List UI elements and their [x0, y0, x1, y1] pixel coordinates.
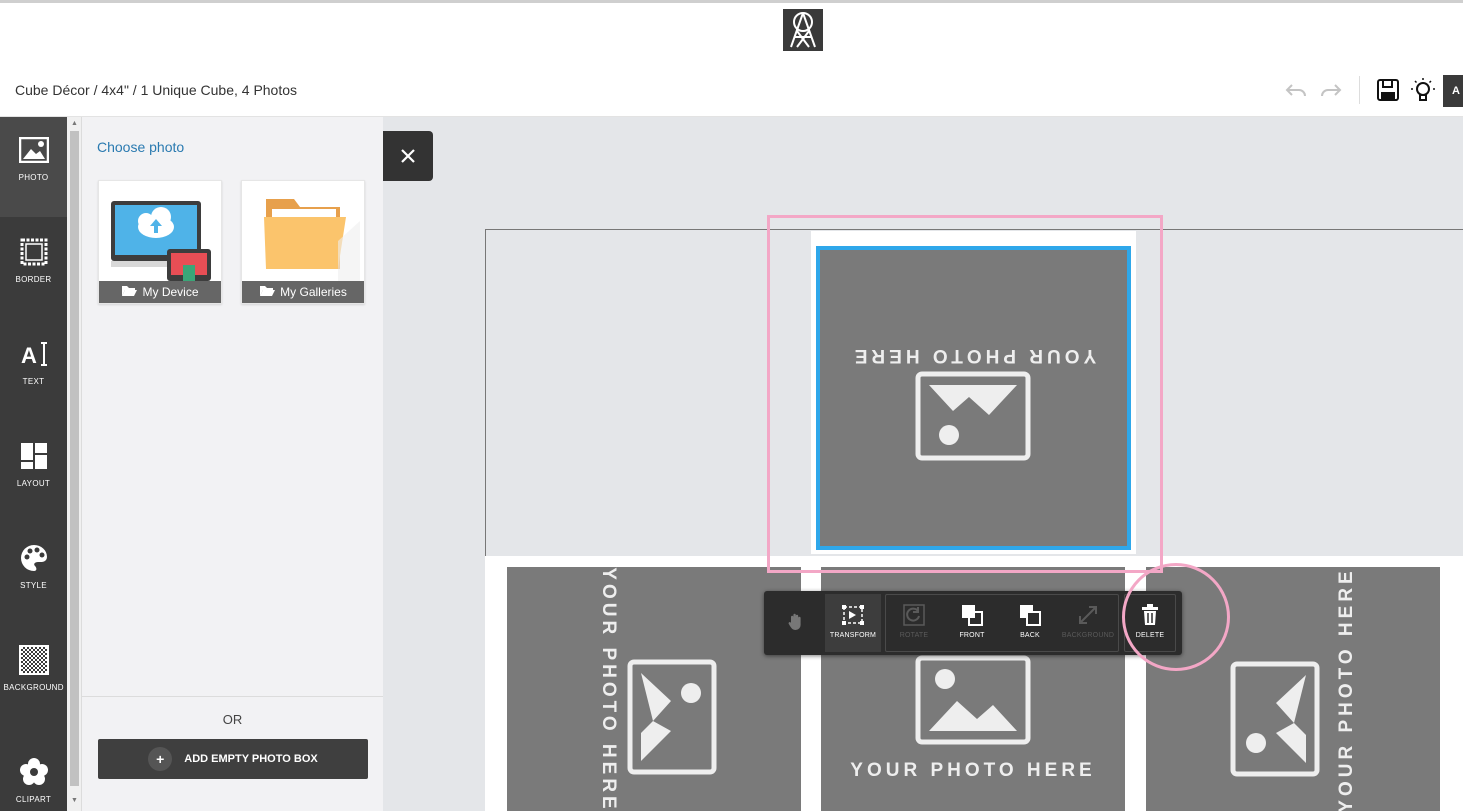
placeholder-text: YOUR PHOTO HERE — [598, 567, 619, 811]
bring-front-icon — [962, 605, 983, 626]
transform-tool[interactable]: TRANSFORM — [825, 594, 881, 652]
rail-item-layout[interactable]: LAYOUT — [0, 423, 67, 523]
undo-icon[interactable] — [1283, 77, 1309, 103]
text-icon: A — [17, 337, 51, 371]
send-back-icon — [1020, 605, 1041, 626]
computer-upload-icon — [111, 201, 211, 281]
site-header — [0, 0, 1463, 62]
source-my-galleries[interactable]: My Galleries — [241, 180, 365, 304]
send-to-back-tool[interactable]: BACK — [1004, 594, 1056, 652]
rail-item-photo[interactable]: PHOTO — [0, 117, 67, 217]
folder-open-icon — [121, 285, 138, 300]
or-separator: OR — [222, 712, 243, 727]
breadcrumb: Cube Décor / 4x4" / 1 Unique Cube, 4 Pho… — [15, 82, 298, 98]
redo-icon[interactable] — [1318, 77, 1344, 103]
rotate-icon — [903, 604, 925, 626]
add-empty-photo-box-button[interactable]: + ADD EMPTY PHOTO BOX — [98, 739, 368, 779]
rail-item-background[interactable]: BACKGROUND — [0, 627, 67, 727]
tool-label: BACK — [1020, 632, 1040, 639]
tool-label: TRANSFORM — [829, 632, 877, 639]
rail-item-label: BACKGROUND — [3, 683, 64, 692]
rotate-tool[interactable]: ROTATE — [888, 594, 940, 652]
image-placeholder-icon — [915, 655, 1031, 745]
rail-item-style[interactable]: STYLE — [0, 525, 67, 625]
source-caption: My Galleries — [242, 281, 364, 303]
rail-item-label: LAYOUT — [16, 479, 51, 488]
background-tool[interactable]: BACKGROUND — [1060, 594, 1116, 652]
tool-label: ROTATE — [899, 632, 929, 639]
svg-text:A: A — [21, 343, 37, 368]
tool-label: FRONT — [959, 632, 985, 639]
annotation-highlight-rect — [767, 215, 1163, 573]
rail-item-border[interactable]: BORDER — [0, 219, 67, 319]
pan-tool[interactable] — [776, 594, 816, 652]
scroll-up-icon[interactable]: ▲ — [71, 120, 78, 127]
scroll-down-icon[interactable]: ▼ — [71, 797, 78, 804]
rail-item-label: TEXT — [22, 377, 45, 386]
photo-icon — [17, 133, 51, 167]
rail-item-label: PHOTO — [18, 173, 49, 182]
background-pattern-icon — [17, 643, 51, 677]
brand-logo[interactable] — [783, 9, 823, 51]
transform-icon — [842, 605, 864, 625]
placeholder-text: YOUR PHOTO HERE — [1336, 567, 1357, 811]
source-label: My Device — [142, 285, 199, 299]
account-button[interactable]: A — [1443, 75, 1463, 107]
placeholder-text: YOUR PHOTO HERE — [850, 760, 1096, 781]
photo-toolbar: TRANSFORM ROTATE FRONT BACK BACKGROUND D… — [764, 591, 1182, 655]
editor-header: Cube Décor / 4x4" / 1 Unique Cube, 4 Pho… — [0, 62, 1463, 117]
hand-icon — [788, 613, 801, 630]
rail-item-clipart[interactable]: CLIPART — [0, 739, 67, 811]
add-button-label: ADD EMPTY PHOTO BOX — [184, 753, 318, 765]
source-my-device[interactable]: My Device — [98, 180, 222, 304]
palette-icon — [17, 541, 51, 575]
rail-scrollbar[interactable]: ▲ ▼ — [67, 117, 82, 811]
tips-bulb-icon[interactable] — [1410, 77, 1436, 103]
expand-arrows-icon — [1079, 606, 1097, 624]
tool-rail: PHOTO BORDER A TEXT LAYOUT STYLE BACKGRO… — [0, 117, 67, 811]
source-label: My Galleries — [280, 285, 347, 299]
tool-label: BACKGROUND — [1061, 632, 1115, 639]
choose-photo-link[interactable]: Choose photo — [97, 139, 184, 155]
panel-divider — [82, 696, 383, 697]
photo-panel: Choose photo My Device My Galleries OR +… — [82, 117, 383, 811]
rail-item-label: BORDER — [15, 275, 52, 284]
rail-item-label: STYLE — [20, 581, 47, 590]
source-caption: My Device — [99, 281, 221, 303]
bring-to-front-tool[interactable]: FRONT — [946, 594, 998, 652]
rail-item-label: CLIPART — [15, 795, 52, 804]
image-placeholder-icon — [627, 659, 717, 775]
border-icon — [17, 235, 51, 269]
rail-item-text[interactable]: A TEXT — [0, 321, 67, 421]
header-divider — [1359, 76, 1360, 104]
layout-icon — [17, 439, 51, 473]
flower-icon — [17, 755, 51, 789]
folder-open-icon — [259, 285, 276, 300]
folder-icon — [264, 199, 360, 281]
close-icon — [401, 149, 415, 163]
scrollbar-thumb[interactable] — [70, 131, 79, 786]
annotation-highlight-circle — [1122, 563, 1230, 671]
save-icon[interactable] — [1375, 77, 1401, 103]
image-placeholder-icon — [1230, 661, 1320, 777]
close-panel-button[interactable] — [383, 131, 433, 181]
plus-icon: + — [148, 747, 173, 771]
photo-box-left[interactable]: YOUR PHOTO HERE — [507, 567, 801, 811]
